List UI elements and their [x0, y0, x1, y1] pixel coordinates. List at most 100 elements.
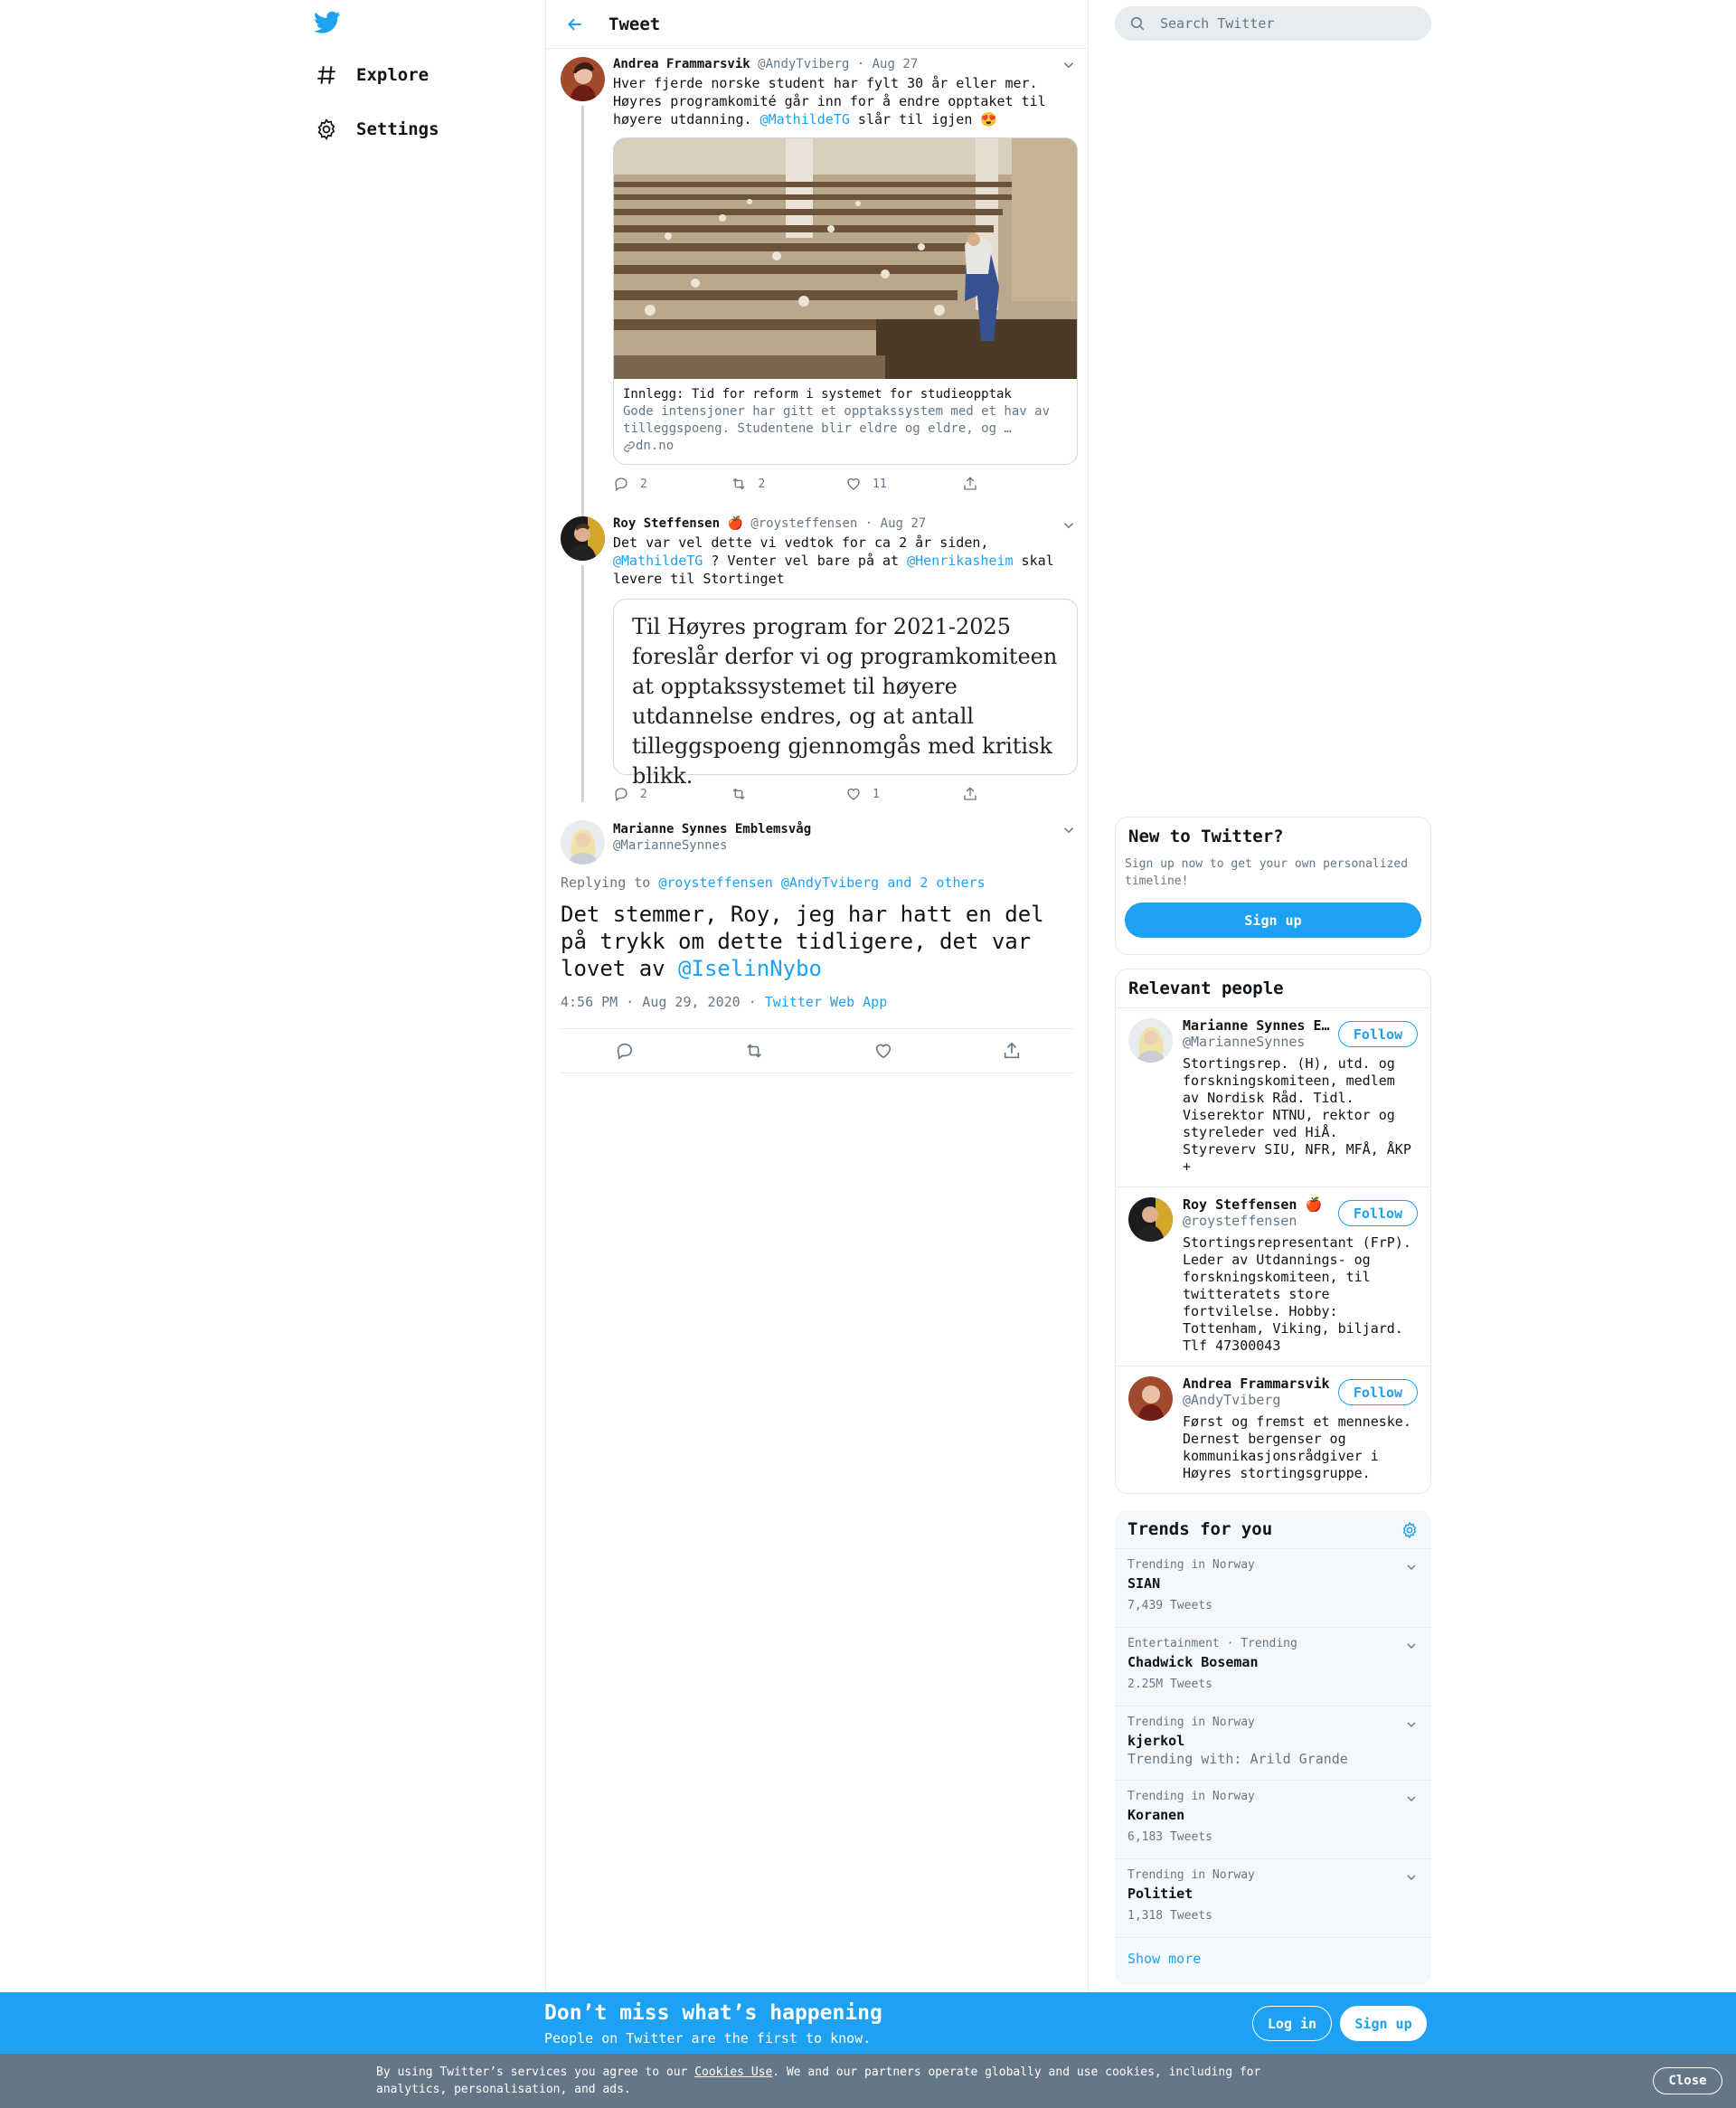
attached-image[interactable]: Til Høyres program for 2021-2025 foreslå…	[613, 599, 1078, 789]
reply-button[interactable]: 2	[613, 476, 730, 492]
thread-tweet[interactable]: Andrea Frammarsvik @AndyTviberg · Aug 27…	[546, 50, 1090, 517]
share-icon	[963, 477, 976, 490]
avatar[interactable]	[561, 820, 605, 865]
retweet-icon	[732, 788, 744, 800]
trend-meta: Trending in Norway	[1127, 1558, 1255, 1572]
card-title: Innlegg: Tid for reform i systemet for s…	[623, 387, 1012, 402]
tweet-text-part: ? Venter vel bare på at	[703, 553, 908, 569]
tweet-header: Andrea Frammarsvik @AndyTviberg · Aug 27	[613, 56, 1078, 72]
retweet-button[interactable]: 2	[730, 476, 846, 492]
mention-link[interactable]: @MathildeTG	[613, 553, 703, 569]
trend-item[interactable]: Entertainment · Trending Chadwick Bosema…	[1115, 1627, 1431, 1706]
replying-prefix: Replying to	[561, 874, 659, 891]
heart-icon	[847, 788, 860, 800]
box-title: Trends for you	[1127, 1519, 1273, 1539]
box-title: New to Twitter?	[1128, 827, 1284, 846]
trend-meta: Trending in Norway	[1127, 1790, 1255, 1803]
follow-button[interactable]: Follow	[1338, 1379, 1418, 1405]
gear-icon[interactable]	[1401, 1521, 1419, 1539]
avatar[interactable]	[561, 57, 605, 101]
like-button[interactable]: 11	[845, 476, 962, 492]
replying-to-handles[interactable]: @roysteffensen @AndyTviberg	[658, 874, 879, 891]
twitter-bird-icon[interactable]	[314, 11, 341, 34]
trend-item[interactable]: Trending in Norway kjerkol Trending with…	[1115, 1706, 1431, 1780]
chevron-down-icon[interactable]	[1404, 1560, 1419, 1574]
search-input[interactable]: Search Twitter	[1115, 6, 1431, 41]
chevron-down-icon[interactable]	[1404, 1639, 1419, 1653]
nav-explore-label: Explore	[356, 65, 429, 85]
avatar[interactable]	[1128, 1018, 1173, 1063]
mention-link[interactable]: @MathildeTG	[760, 111, 850, 128]
nav-settings[interactable]: Settings	[315, 111, 439, 147]
chevron-down-icon[interactable]	[1404, 1791, 1419, 1806]
avatar[interactable]	[561, 516, 605, 561]
replying-others[interactable]: 2 others	[920, 874, 985, 891]
person-card[interactable]: Andrea Frammarsvik @AndyTviberg Først og…	[1116, 1366, 1430, 1492]
avatar[interactable]	[1128, 1376, 1173, 1421]
person-name[interactable]: Marianne Synnes Emblemsvåg	[1183, 1017, 1336, 1034]
author-handle[interactable]: @AndyTviberg	[758, 57, 849, 71]
follow-button[interactable]: Follow	[1338, 1021, 1418, 1047]
gear-icon	[315, 118, 338, 141]
chevron-down-icon[interactable]	[1061, 822, 1077, 838]
back-button[interactable]	[561, 11, 589, 38]
card-domain-text: dn.no	[636, 439, 675, 453]
person-name[interactable]: Roy Steffensen 🍎	[1183, 1196, 1336, 1213]
chevron-down-icon[interactable]	[1404, 1870, 1419, 1885]
thread-tweet[interactable]: Roy Steffensen 🍎 @roysteffensen · Aug 27…	[546, 511, 1090, 809]
trend-count: 1,318 Tweets	[1127, 1909, 1212, 1923]
tweet-date[interactable]: Aug 27	[873, 57, 919, 71]
trend-item[interactable]: Trending in Norway Politiet 1,318 Tweets	[1115, 1858, 1431, 1937]
person-card[interactable]: Roy Steffensen 🍎 @roysteffensen Storting…	[1116, 1186, 1430, 1366]
sign-up-button[interactable]: Sign up	[1340, 2006, 1427, 2041]
signup-prompt-bar: Don’t miss what’s happening People on Tw…	[0, 1992, 1736, 2054]
share-button[interactable]	[962, 476, 1079, 492]
mention-link[interactable]: @IselinNybo	[678, 956, 822, 981]
person-name[interactable]: Andrea Frammarsvik	[1183, 1375, 1336, 1392]
author-name[interactable]: Marianne Synnes Emblemsvåg	[613, 822, 811, 837]
person-card[interactable]: Marianne Synnes Emblemsvåg @MarianneSynn…	[1116, 1007, 1430, 1186]
chevron-down-icon[interactable]	[1061, 57, 1077, 73]
reply-icon	[615, 477, 627, 492]
reply-button[interactable]: 2	[613, 786, 730, 802]
relevant-people-box: Relevant people Marianne Synnes Emblemsv…	[1115, 969, 1431, 1494]
author-name[interactable]: Andrea Frammarsvik	[613, 57, 750, 71]
show-more-link[interactable]: Show more	[1115, 1937, 1431, 1980]
close-button[interactable]: Close	[1653, 2067, 1722, 2094]
mention-link[interactable]: @Henrikasheim	[907, 553, 1013, 569]
like-button[interactable]: 1	[845, 786, 962, 802]
tweet-date[interactable]: Aug 27	[881, 516, 927, 531]
person-bio: Først og fremst et menneske. Dernest ber…	[1183, 1413, 1411, 1481]
tweet-time[interactable]: 4:56 PM · Aug 29, 2020 ·	[561, 994, 765, 1010]
sign-up-button[interactable]: Sign up	[1125, 903, 1421, 938]
author-name[interactable]: Roy Steffensen	[613, 516, 720, 531]
author-handle[interactable]: @roysteffensen	[750, 516, 857, 531]
trend-count: 7,439 Tweets	[1127, 1599, 1212, 1612]
trend-item[interactable]: Trending in Norway SIAN 7,439 Tweets	[1115, 1548, 1431, 1627]
reply-icon	[615, 788, 627, 802]
share-button[interactable]	[962, 786, 1079, 802]
reply-icon[interactable]	[615, 1041, 635, 1061]
heart-icon[interactable]	[873, 1041, 893, 1061]
trend-meta: Entertainment · Trending	[1127, 1637, 1297, 1650]
retweet-button[interactable]	[730, 786, 846, 802]
author-handle[interactable]: @MarianneSynnes	[613, 838, 811, 853]
share-icon[interactable]	[1002, 1041, 1022, 1061]
chevron-down-icon[interactable]	[1061, 517, 1077, 534]
page-title: Tweet	[609, 14, 661, 34]
nav-explore[interactable]: Explore	[315, 57, 429, 93]
trend-name: Koranen	[1127, 1807, 1185, 1823]
cookies-use-link[interactable]: Cookies Use	[694, 2065, 772, 2079]
trend-item[interactable]: Trending in Norway Koranen 6,183 Tweets	[1115, 1780, 1431, 1858]
retweet-icon[interactable]	[743, 1041, 765, 1061]
separator: ·	[864, 516, 873, 531]
log-in-button[interactable]: Log in	[1252, 2006, 1332, 2041]
avatar[interactable]	[1128, 1197, 1173, 1242]
separator: ·	[856, 57, 865, 71]
tweet-source[interactable]: Twitter Web App	[765, 994, 887, 1010]
replying-and: and	[879, 874, 920, 891]
search-placeholder: Search Twitter	[1160, 15, 1275, 32]
follow-button[interactable]: Follow	[1338, 1200, 1418, 1226]
chevron-down-icon[interactable]	[1404, 1717, 1419, 1732]
link-card[interactable]: Innlegg: Tid for reform i systemet for s…	[613, 137, 1078, 465]
